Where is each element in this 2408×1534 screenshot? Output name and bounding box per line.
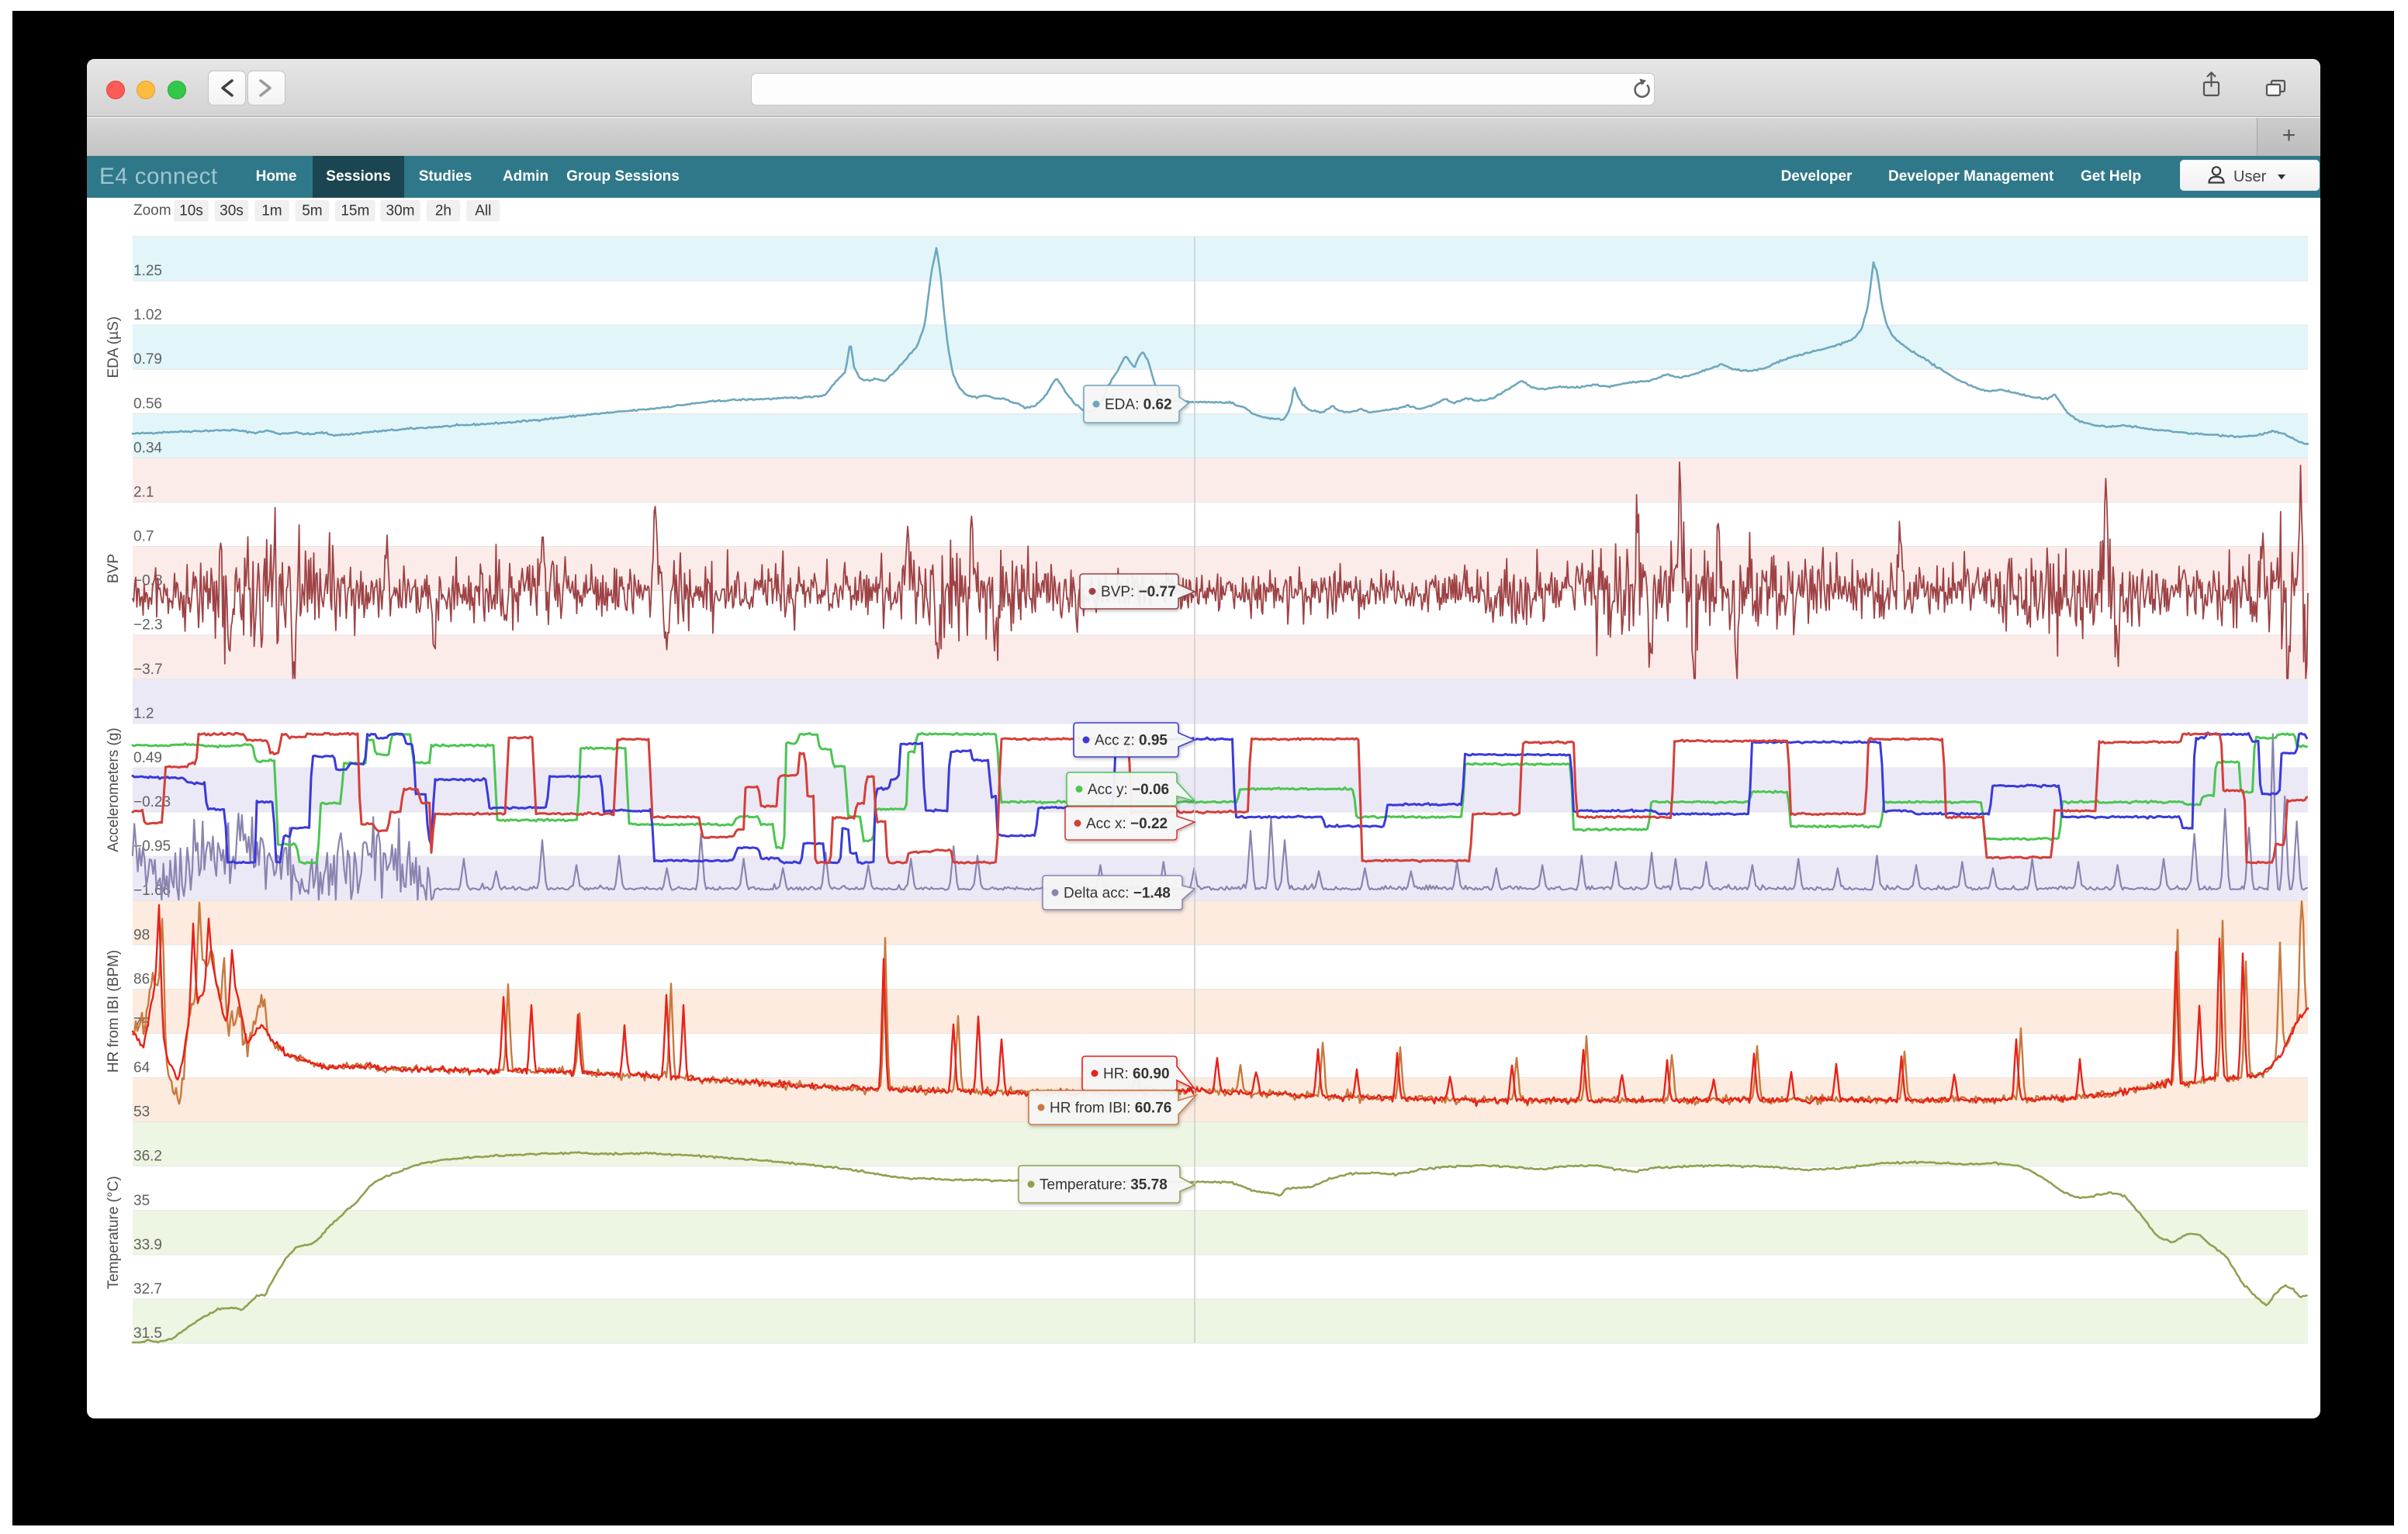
svg-text:−3.7: −3.7 [133, 662, 163, 678]
svg-text:All: All [475, 203, 491, 219]
svg-text:BVP: −0.77: BVP: −0.77 [1101, 584, 1176, 600]
svg-text:86: 86 [133, 971, 150, 987]
svg-text:10s: 10s [179, 203, 203, 219]
svg-text:Delta acc: −1.48: Delta acc: −1.48 [1064, 886, 1171, 902]
svg-text:36.2: 36.2 [133, 1149, 162, 1165]
svg-text:0.7: 0.7 [133, 529, 154, 545]
svg-text:98: 98 [133, 927, 150, 943]
svg-text:15m: 15m [341, 203, 369, 219]
svg-text:5m: 5m [302, 203, 322, 219]
svg-text:Temperature (°C): Temperature (°C) [106, 1176, 122, 1289]
svg-text:Acc z: 0.95: Acc z: 0.95 [1095, 733, 1168, 749]
svg-text:2h: 2h [435, 203, 452, 219]
svg-text:Zoom: Zoom [133, 202, 171, 219]
svg-text:HR: 60.90: HR: 60.90 [1103, 1066, 1170, 1083]
svg-text:Accelerometers (g): Accelerometers (g) [106, 727, 122, 852]
svg-text:HR from IBI (BPM): HR from IBI (BPM) [106, 950, 122, 1073]
svg-text:64: 64 [133, 1060, 150, 1076]
svg-text:Acc y: −0.06: Acc y: −0.06 [1088, 782, 1169, 798]
svg-text:−2.3: −2.3 [133, 617, 163, 634]
svg-text:32.7: 32.7 [133, 1281, 162, 1297]
svg-text:Temperature: 35.78: Temperature: 35.78 [1040, 1177, 1168, 1194]
svg-text:1.2: 1.2 [133, 706, 154, 722]
svg-text:1.02: 1.02 [133, 307, 162, 323]
svg-text:1m: 1m [261, 203, 282, 219]
svg-text:30s: 30s [220, 203, 244, 219]
svg-text:33.9: 33.9 [133, 1237, 162, 1253]
svg-text:0.79: 0.79 [133, 351, 162, 368]
svg-text:2.1: 2.1 [133, 485, 154, 501]
svg-text:1.25: 1.25 [133, 263, 162, 279]
svg-text:HR from IBI: 60.76: HR from IBI: 60.76 [1050, 1100, 1171, 1117]
svg-text:30m: 30m [386, 203, 415, 219]
svg-text:EDA: 0.62: EDA: 0.62 [1105, 397, 1172, 413]
svg-text:EDA (µS): EDA (µS) [106, 316, 122, 378]
svg-text:Acc x: −0.22: Acc x: −0.22 [1086, 816, 1168, 832]
svg-text:0.34: 0.34 [133, 440, 162, 456]
svg-text:BVP: BVP [106, 554, 122, 583]
svg-text:0.56: 0.56 [133, 396, 162, 412]
svg-text:53: 53 [133, 1104, 150, 1121]
svg-text:0.49: 0.49 [133, 750, 162, 766]
svg-text:35: 35 [133, 1193, 150, 1209]
svg-text:User: User [2233, 168, 2267, 185]
svg-text:−0.23: −0.23 [133, 794, 171, 810]
